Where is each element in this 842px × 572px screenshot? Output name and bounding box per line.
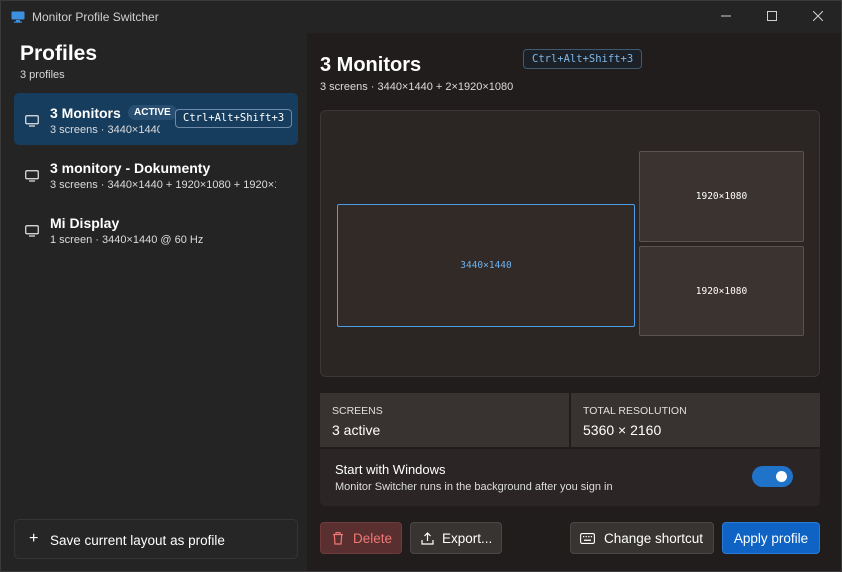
profile-name: Mi Display — [50, 215, 120, 231]
profile-detail: 3 screens · 3440×1440 + 2×1920×1080 — [50, 124, 160, 136]
close-icon — [813, 11, 823, 21]
screens-stat: SCREENS 3 active — [320, 393, 569, 447]
sidebar-title: Profiles — [20, 42, 98, 65]
active-badge: ACTIVE — [128, 105, 177, 120]
save-layout-label: Save current layout as profile — [50, 533, 225, 548]
monitor-primary[interactable]: 3440×1440 — [337, 204, 635, 327]
change-shortcut-label: Change shortcut — [604, 530, 704, 546]
monitor-icon — [25, 114, 39, 127]
profile-shortcut-chip: Ctrl+Alt+Shift+3 — [523, 49, 643, 69]
profile-detail: 1 screen · 3440×1440 @ 60 Hz — [50, 234, 204, 246]
keyboard-icon — [580, 532, 595, 544]
start-with-windows-toggle[interactable] — [752, 466, 793, 487]
startup-setting: Start with Windows Monitor Switcher runs… — [320, 449, 820, 506]
maximize-button[interactable] — [749, 1, 795, 31]
toggle-knob — [776, 471, 787, 482]
export-label: Export... — [442, 530, 493, 546]
app-window: Monitor Profile Switcher Profiles 3 prof… — [0, 0, 842, 572]
title-bar[interactable]: Monitor Profile Switcher — [1, 1, 841, 33]
profile-name: 3 monitory - Dokumenty — [50, 160, 211, 176]
delete-button[interactable]: Delete — [320, 522, 402, 554]
startup-description: Monitor Switcher runs in the background … — [335, 481, 613, 493]
trash-icon — [333, 531, 343, 545]
app-monitor-icon — [11, 10, 25, 23]
monitor-icon — [25, 169, 39, 182]
profile-shortcut: Ctrl+Alt+Shift+3 — [175, 109, 293, 128]
startup-title: Start with Windows — [335, 462, 446, 477]
resolution-label: TOTAL RESOLUTION — [583, 405, 687, 417]
minimize-button[interactable] — [703, 1, 749, 31]
profile-item-mi-display[interactable]: Mi Display 1 screen · 3440×1440 @ 60 Hz — [14, 203, 298, 255]
profile-item-3-monitory-dokumenty[interactable]: 3 monitory - Dokumenty 3 screens · 3440×… — [14, 148, 298, 200]
resolution-value: 5360 × 2160 — [583, 422, 662, 438]
profile-count: 3 profiles — [20, 69, 65, 81]
monitor-secondary-bottom[interactable]: 1920×1080 — [639, 246, 804, 336]
plus-icon: + — [29, 530, 39, 547]
resolution-stat: TOTAL RESOLUTION 5360 × 2160 — [571, 393, 820, 447]
close-button[interactable] — [795, 1, 841, 31]
delete-label: Delete — [353, 530, 393, 546]
profile-detail: 3 screens · 3440×1440 + 1920×1080 + 1920… — [50, 179, 276, 191]
monitor-icon — [25, 224, 39, 237]
profile-name: 3 Monitors — [50, 105, 121, 121]
profile-title: 3 Monitors — [320, 54, 422, 76]
export-button[interactable]: Export... — [410, 522, 502, 554]
screens-value: 3 active — [332, 422, 381, 438]
minimize-icon — [721, 15, 731, 17]
profile-item-3-monitors[interactable]: 3 Monitors ACTIVE Ctrl+Alt+Shift+3 3 scr… — [14, 93, 298, 145]
change-shortcut-button[interactable]: Change shortcut — [570, 522, 714, 554]
export-icon — [421, 531, 434, 545]
apply-profile-button[interactable]: Apply profile — [722, 522, 820, 554]
profile-subtitle: 3 screens · 3440×1440 + 2×1920×1080 — [320, 81, 514, 93]
profiles-sidebar: Profiles 3 profiles 3 Monitors ACTIVE Ct… — [1, 33, 307, 571]
monitor-secondary-top[interactable]: 1920×1080 — [639, 151, 804, 242]
monitor-layout-canvas: 3440×1440 1920×1080 1920×1080 — [320, 110, 820, 377]
window-title: Monitor Profile Switcher — [32, 10, 159, 24]
screens-label: SCREENS — [332, 405, 383, 417]
maximize-icon — [767, 11, 777, 21]
stats-row: SCREENS 3 active TOTAL RESOLUTION 5360 ×… — [320, 393, 820, 447]
save-layout-button[interactable]: + Save current layout as profile — [14, 519, 298, 559]
